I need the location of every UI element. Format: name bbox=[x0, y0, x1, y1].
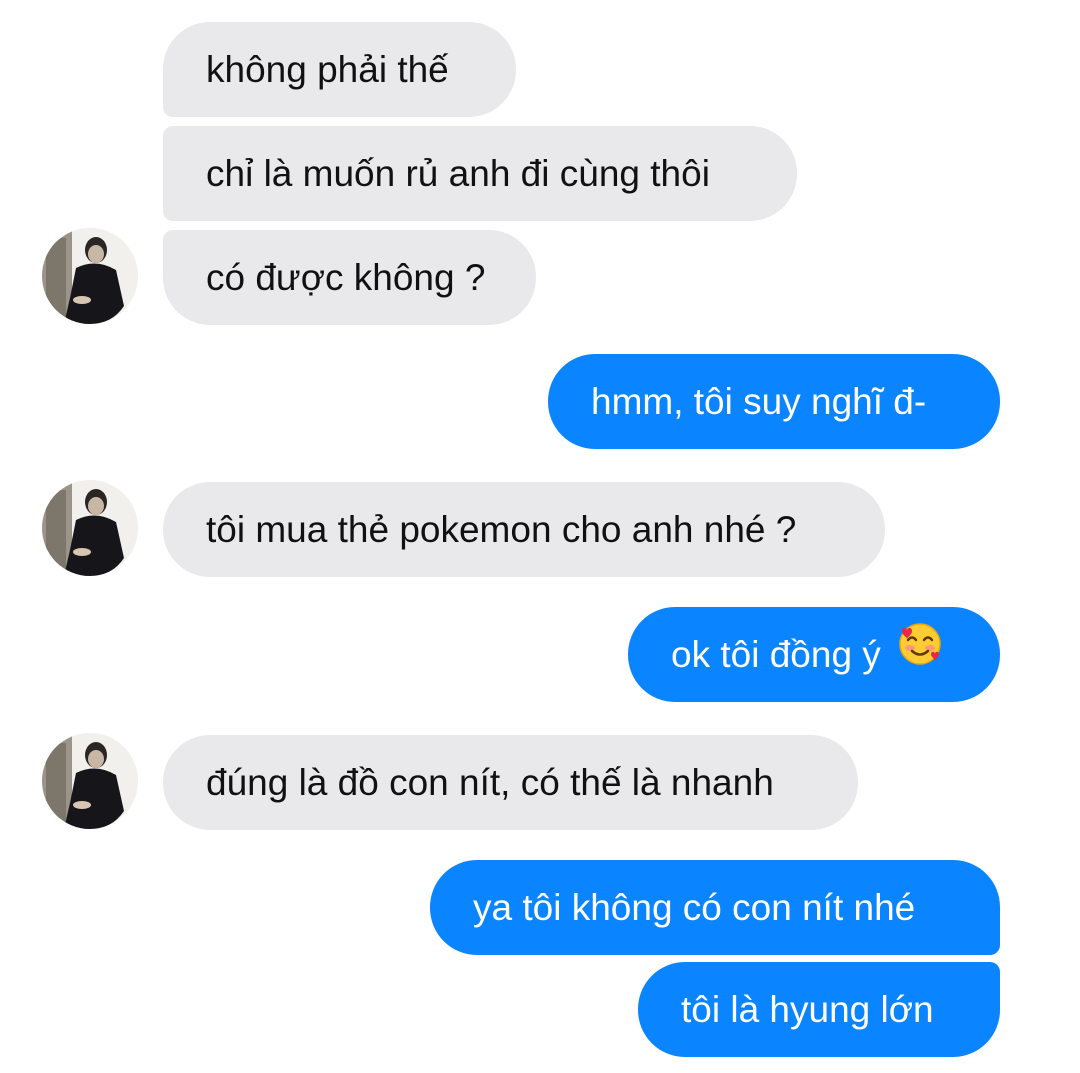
person-photo-icon bbox=[42, 733, 138, 829]
incoming-message-bubble[interactable]: có được không ? bbox=[163, 230, 536, 325]
person-photo-icon bbox=[42, 480, 138, 576]
incoming-message-bubble[interactable]: không phải thế bbox=[163, 22, 516, 117]
message-text: chỉ là muốn rủ anh đi cùng thôi bbox=[206, 153, 710, 194]
message-text: không phải thế bbox=[206, 49, 449, 90]
incoming-message-bubble[interactable]: tôi mua thẻ pokemon cho anh nhé ? bbox=[163, 482, 885, 577]
message-text: đúng là đồ con nít, có thế là nhanh bbox=[206, 762, 774, 803]
contact-avatar[interactable] bbox=[42, 733, 138, 829]
outgoing-message-bubble[interactable]: tôi là hyung lớn bbox=[638, 962, 1000, 1057]
outgoing-message-bubble[interactable]: ok tôi đồng ý bbox=[628, 607, 1000, 702]
incoming-message-bubble[interactable]: chỉ là muốn rủ anh đi cùng thôi bbox=[163, 126, 797, 221]
person-photo-icon bbox=[42, 228, 138, 324]
message-text: hmm, tôi suy nghĩ đ- bbox=[591, 381, 927, 422]
message-text: tôi mua thẻ pokemon cho anh nhé ? bbox=[206, 509, 797, 550]
outgoing-message-bubble[interactable]: hmm, tôi suy nghĩ đ- bbox=[548, 354, 1000, 449]
message-text: ya tôi không có con nít nhé bbox=[473, 887, 916, 928]
contact-avatar[interactable] bbox=[42, 228, 138, 324]
incoming-message-bubble[interactable]: đúng là đồ con nít, có thế là nhanh bbox=[163, 735, 858, 830]
outgoing-message-bubble[interactable]: ya tôi không có con nít nhé bbox=[430, 860, 1000, 955]
message-text: tôi là hyung lớn bbox=[681, 989, 934, 1030]
message-text: ok tôi đồng ý bbox=[671, 634, 881, 675]
contact-avatar[interactable] bbox=[42, 480, 138, 576]
message-text: có được không ? bbox=[206, 257, 486, 298]
smiling-face-with-hearts-icon bbox=[897, 607, 943, 702]
